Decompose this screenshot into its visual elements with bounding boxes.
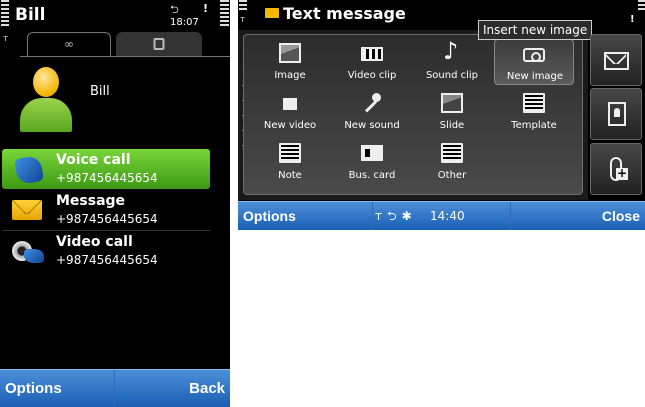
insert-label: New image: [506, 71, 564, 82]
insert-label: Sound clip: [425, 70, 479, 81]
tab-call-details[interactable]: ∞: [27, 32, 111, 57]
voice-call-action[interactable]: Voice call +987456445654: [2, 149, 210, 189]
bluetooth-icon: ✱: [401, 209, 412, 223]
contact-screen: ᴛ Bill ⮌ ! 18:07 ∞ Bill Voice call +9874…: [0, 0, 230, 407]
insert-label: Video clip: [347, 70, 397, 81]
avatar: [20, 67, 72, 133]
film-icon: [361, 47, 383, 61]
insert-new-sound[interactable]: New sound: [332, 89, 412, 135]
camera-icon: [523, 48, 545, 62]
battery-icon: [220, 0, 229, 28]
antenna-icon: ᴛ: [3, 34, 9, 44]
insert-template[interactable]: Template: [494, 89, 574, 135]
tab-divider: [20, 56, 230, 57]
video-camera-icon: [279, 93, 301, 113]
action-number: +987456445654: [56, 212, 158, 226]
video-call-icon: [10, 237, 44, 267]
action-number: +987456445654: [56, 253, 158, 267]
insert-business-card[interactable]: Bus. card: [332, 139, 412, 185]
send-envelope-icon: [604, 52, 629, 70]
options-softkey[interactable]: Options: [0, 370, 115, 407]
close-softkey[interactable]: Close: [510, 202, 645, 230]
softkey-bar: Options Back: [0, 369, 230, 407]
status-indicators: ᴛ ⮌ ✱: [375, 202, 417, 230]
action-label: Video call: [56, 234, 133, 250]
insert-menu: Image Video clip Sound clip New image Ne…: [243, 34, 583, 195]
text-message-screen: ᴛ Text message ! Image Video clip Sound …: [238, 0, 645, 230]
insert-label: Other: [437, 170, 467, 181]
insert-label: Template: [511, 120, 557, 131]
signal-strength-icon: [1, 0, 9, 28]
tooltip: Insert new image: [478, 20, 593, 40]
antenna-icon: ᴛ: [240, 15, 246, 25]
battery-icon: [638, 0, 645, 12]
document-icon: [441, 143, 463, 163]
call-details-icon: ∞: [64, 37, 74, 51]
antenna-icon: ᴛ: [375, 209, 382, 223]
softkey-bar: Options ᴛ ⮌ ✱ 14:40 Close: [238, 201, 645, 230]
options-softkey[interactable]: Options: [238, 202, 373, 230]
attach-button[interactable]: [590, 143, 642, 195]
action-label: Message: [56, 193, 126, 209]
insert-new-video[interactable]: New video: [250, 89, 330, 135]
template-icon: [523, 93, 545, 113]
page-title: Bill: [15, 5, 46, 25]
message-action[interactable]: Message +987456445654: [2, 190, 210, 230]
insert-video-clip[interactable]: Video clip: [332, 39, 412, 85]
insert-image[interactable]: Image: [250, 39, 330, 85]
action-number: +987456445654: [56, 171, 158, 185]
insert-label: New video: [263, 120, 317, 131]
usb-icon: ⮌: [387, 209, 397, 223]
insert-note[interactable]: Note: [250, 139, 330, 185]
slide-icon: [441, 93, 463, 113]
action-label: Voice call: [56, 152, 131, 168]
add-recipient-button[interactable]: [590, 88, 642, 140]
insert-new-image[interactable]: New image: [494, 39, 574, 85]
insert-slide[interactable]: Slide: [412, 89, 492, 135]
send-button[interactable]: [590, 34, 642, 86]
note-icon: [279, 143, 301, 163]
insert-label: Image: [274, 70, 306, 81]
phone-icon: [10, 154, 45, 186]
image-icon: [279, 43, 301, 63]
music-note-icon: [441, 37, 463, 65]
microphone-icon: [361, 93, 383, 113]
attach-add-icon: [604, 157, 629, 181]
business-card-icon: [361, 145, 383, 161]
insert-label: Bus. card: [348, 170, 396, 181]
clock: 14:40: [430, 209, 465, 223]
insert-label: Slide: [439, 120, 465, 131]
alert-indicator: !: [630, 14, 635, 25]
page-title: Text message: [283, 4, 406, 23]
signal-strength-icon: [239, 0, 247, 12]
tab-contact-card[interactable]: [116, 32, 202, 57]
contact-name: Bill: [90, 84, 110, 99]
insert-label: New sound: [344, 120, 400, 131]
clock: 18:07: [170, 17, 199, 28]
envelope-icon: [10, 196, 44, 226]
alert-indicator: !: [203, 2, 209, 15]
insert-label: Note: [278, 170, 302, 181]
insert-other[interactable]: Other: [412, 139, 492, 185]
message-envelope-icon: [265, 8, 279, 18]
insert-sound-clip[interactable]: Sound clip: [412, 37, 492, 85]
contacts-book-icon: [608, 102, 626, 126]
contact-card-icon: [153, 38, 165, 50]
back-softkey[interactable]: Back: [116, 370, 230, 407]
video-call-action[interactable]: Video call +987456445654: [2, 231, 210, 271]
